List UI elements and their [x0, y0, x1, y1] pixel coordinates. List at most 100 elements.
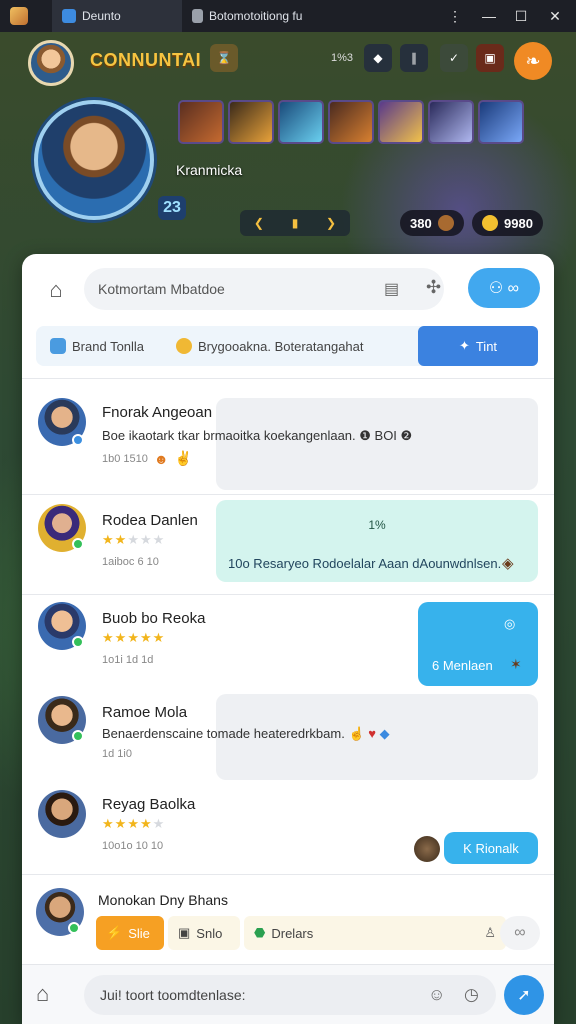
star-filled-icon: ★ [139, 630, 153, 645]
tab-label: Deunto [82, 9, 121, 23]
thumbs-up-icon: ✌ [174, 450, 193, 466]
hud-mini-label: 1%3 [330, 52, 354, 64]
chest-icon[interactable]: ▣ [476, 44, 504, 72]
bubble-text: 6 Menlaen [432, 658, 493, 673]
window-title-bar: Deunto Botomotoitiong fu ⋮ — ☐ ✕ [0, 0, 576, 32]
close-button[interactable]: ✕ [538, 0, 572, 32]
star-filled-icon: ★ [127, 630, 140, 645]
home-icon[interactable]: ⌂ [36, 981, 49, 1007]
list-item[interactable]: Fnorak Angeoan Boe ikaotark tkar brmaoit… [22, 384, 554, 490]
refresh-icon: ◎ [504, 616, 516, 631]
avatar[interactable] [38, 790, 86, 838]
resource-left-value: 380 [410, 215, 432, 231]
list-item[interactable]: Ramoe Mola Benaerdenscaine tomade heater… [22, 690, 554, 790]
arrow-right-icon[interactable]: ❯ [326, 216, 336, 230]
divider [22, 378, 554, 379]
ability-bar: ❮ ▮ ❯ [240, 210, 350, 236]
shield-icon: ⬣ [254, 925, 266, 940]
more-menu-button[interactable]: ⋮ [438, 0, 472, 32]
message-bubble[interactable]: ◎ 6 Menlaen ✶ [418, 602, 538, 686]
search-placeholder: Kotmortam Mbatdoe [98, 281, 225, 297]
shield-icon[interactable]: ◆ [364, 44, 392, 72]
flag-icon [50, 338, 66, 354]
minimize-button[interactable]: — [472, 0, 506, 32]
sparkle-icon: ✦ [458, 338, 470, 353]
list-item[interactable]: Reyag Baolka ★★★★★ 10o1o 10 10 K Rionalk [22, 784, 554, 874]
pause-icon[interactable]: ∥ [400, 44, 428, 72]
badge-icon: ◈ [502, 555, 514, 572]
message-text: Benaerdenscaine tomade heateredrkbam. [102, 726, 345, 741]
message-bubble[interactable] [216, 398, 538, 490]
document-icon [192, 9, 203, 23]
skill-slot-7[interactable] [478, 100, 524, 144]
community-toggle-button[interactable]: ⚇ ∞ [468, 268, 540, 308]
message-meta: 10o1o 10 10 [102, 840, 163, 852]
emoji-face-icon: ☻ [153, 450, 169, 467]
search-input[interactable]: Kotmortam Mbatdoe ▤ ✣ [84, 268, 444, 310]
star-filled-icon: ★ [127, 816, 140, 831]
card-icon[interactable]: ▮ [292, 216, 299, 230]
tab-label: Botomotoitiong fu [209, 9, 303, 23]
heart-icon: ♥ [368, 726, 376, 741]
quick-chip-snlo[interactable]: ▣ Snlo [168, 916, 240, 950]
skill-slot-3[interactable] [278, 100, 324, 144]
star-empty-icon: ★ [152, 816, 166, 831]
bag-icon [437, 215, 454, 231]
skill-slot-2[interactable] [228, 100, 274, 144]
player-avatar-small[interactable] [28, 40, 74, 86]
quick-actions-bar: Monokan Dny Bhans ⚡ Slie ▣ Snlo ⬣ Drelar… [22, 874, 554, 964]
tab-deunto[interactable]: Deunto [52, 0, 182, 32]
message-author: Ramoe Mola [102, 704, 188, 721]
skill-slot-1[interactable] [178, 100, 224, 144]
reply-avatar [414, 836, 440, 862]
star-empty-icon: ★ [127, 532, 140, 547]
community-toggle-label: ⚇ ∞ [488, 280, 520, 297]
check-icon[interactable]: ✓ [440, 44, 468, 72]
star-filled-icon: ★ [152, 630, 166, 645]
arrow-left-icon[interactable]: ❮ [254, 216, 264, 230]
player-portrait[interactable] [34, 100, 154, 220]
send-button[interactable]: ➚ [504, 975, 544, 1015]
rating-stars: ★★★★★ [102, 532, 165, 548]
leaf-icon[interactable]: ❧ [514, 42, 552, 80]
message-meta-text: 1d 1i0 [102, 748, 132, 760]
list-item[interactable]: Rodea Danlen ★★★★★ 1aiboc 6 10 1% 10o Re… [22, 494, 554, 594]
skill-slot-5[interactable] [378, 100, 424, 144]
star-filled-icon: ★ [102, 532, 115, 547]
message-meta: 1d 1i0 [102, 748, 132, 760]
resource-counter-left: 380 [400, 210, 464, 236]
bubble-text: K Rionalk [463, 840, 519, 856]
skill-slot-6[interactable] [428, 100, 474, 144]
star-filled-icon: ★ [114, 816, 128, 831]
filter-brand[interactable]: Brand Tonlla [50, 326, 144, 366]
puzzle-icon[interactable]: ✣ [426, 277, 441, 298]
home-icon[interactable]: ⌂ [40, 274, 72, 306]
message-bubble[interactable]: K Rionalk [444, 832, 538, 864]
tab-second[interactable]: Botomotoitiong fu [182, 0, 312, 32]
list-item[interactable]: Buob bo Reoka ★★★★★ 1o1i 1d 1d ◎ 6 Menla… [22, 594, 554, 694]
player-level-badge: 23 [158, 196, 186, 220]
bell-icon[interactable]: ♙ [484, 925, 496, 941]
link-icon[interactable]: ∞ [500, 916, 540, 950]
star-empty-icon: ★ [152, 532, 166, 547]
clipboard-icon[interactable]: ▤ [384, 279, 399, 299]
app-icon [10, 7, 28, 25]
maximize-button[interactable]: ☐ [504, 0, 538, 32]
quick-chip-slie[interactable]: ⚡ Slie [96, 916, 164, 950]
emoji-icon[interactable]: ☺ [428, 985, 445, 1005]
badge-icon: ✶ [510, 656, 522, 672]
star-filled-icon: ★ [139, 816, 153, 831]
quick-chip-drelars[interactable]: ⬣ Drelars ♙ [244, 916, 506, 950]
filter-coins-label: Brygooakna. Boteratangahat [198, 338, 364, 354]
message-meta-text: 1aiboc 6 10 [102, 556, 159, 568]
rating-stars: ★★★★★ [102, 630, 165, 646]
skill-slot-4[interactable] [328, 100, 374, 144]
star-filled-icon: ★ [102, 816, 115, 831]
message-author: Fnorak Angeoan [102, 404, 213, 421]
tab-tint[interactable]: ✦ Tint [418, 326, 538, 366]
message-text: Boe ikaotark tkar brmaoitka koekangenlaa… [102, 428, 413, 443]
hourglass-icon[interactable]: ⌛ [210, 44, 238, 72]
clock-icon[interactable]: ◷ [464, 985, 479, 1005]
message-bubble[interactable]: 1% 10o Resaryeo Rodoelalar Aaan dAounwdn… [216, 500, 538, 582]
filter-coins[interactable]: Brygooakna. Boteratangahat [176, 326, 364, 366]
